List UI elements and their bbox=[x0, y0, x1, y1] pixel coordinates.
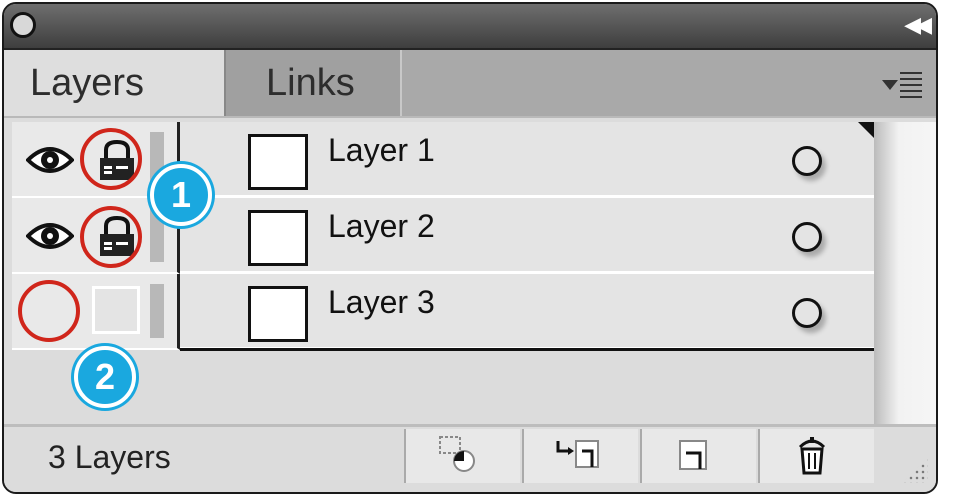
lock-toggle-empty[interactable] bbox=[92, 286, 140, 334]
panel-titlebar[interactable]: ◀◀ bbox=[4, 4, 936, 50]
selection-bar[interactable] bbox=[150, 284, 164, 338]
callout-badge: 1 bbox=[150, 164, 212, 226]
layers-list-area: Layer 1 Layer 2 Layer 3 bbox=[12, 122, 936, 426]
panel-menu-icon[interactable] bbox=[882, 72, 922, 98]
layer-name[interactable]: Layer 1 bbox=[328, 132, 435, 169]
target-circle-icon[interactable] bbox=[792, 222, 822, 252]
create-sublayer-button[interactable] bbox=[522, 429, 638, 483]
layer-name[interactable]: Layer 3 bbox=[328, 284, 435, 321]
layer-count: 3 Layers bbox=[48, 439, 171, 475]
layer-main[interactable]: Layer 3 bbox=[180, 274, 874, 350]
locate-object-icon bbox=[439, 436, 475, 472]
tab-bar: Layers Links bbox=[4, 50, 936, 118]
callout-ring-lock bbox=[80, 128, 142, 190]
callout-ring-lock bbox=[80, 206, 142, 268]
panel-footer: 3 Layers bbox=[4, 424, 936, 492]
eye-icon[interactable] bbox=[26, 142, 74, 178]
layer-thumbnail bbox=[248, 134, 308, 190]
layer-main[interactable]: Layer 1 bbox=[180, 122, 874, 198]
layer-main[interactable]: Layer 2 bbox=[180, 198, 874, 274]
layer-thumbnail bbox=[248, 286, 308, 342]
close-icon[interactable] bbox=[10, 12, 36, 38]
trash-icon bbox=[798, 437, 826, 475]
layer-name[interactable]: Layer 2 bbox=[328, 208, 435, 245]
callout-ring-eye bbox=[18, 280, 80, 342]
create-layer-button[interactable] bbox=[640, 429, 756, 483]
resize-grip-icon[interactable] bbox=[902, 457, 928, 483]
collapse-panel-icon[interactable]: ◀◀ bbox=[904, 12, 932, 38]
callout-badge: 2 bbox=[74, 346, 136, 408]
eye-icon[interactable] bbox=[26, 218, 74, 254]
scroll-track[interactable] bbox=[874, 122, 936, 426]
tab-layers[interactable]: Layers bbox=[4, 50, 224, 116]
new-layer-icon bbox=[679, 440, 707, 470]
layers-panel: ◀◀ Layers Links Layer 1 Layer 2 Layer 3 … bbox=[2, 2, 938, 494]
create-sublayer-icon bbox=[556, 440, 599, 468]
target-circle-icon[interactable] bbox=[792, 146, 822, 176]
tab-links[interactable]: Links bbox=[224, 50, 402, 116]
locate-object-button[interactable] bbox=[404, 429, 520, 483]
layer-row[interactable]: Layer 3 bbox=[12, 274, 874, 350]
target-circle-icon[interactable] bbox=[792, 298, 822, 328]
layer-thumbnail bbox=[248, 210, 308, 266]
list-bottom-rule bbox=[180, 348, 874, 351]
delete-layer-button[interactable] bbox=[758, 429, 874, 483]
